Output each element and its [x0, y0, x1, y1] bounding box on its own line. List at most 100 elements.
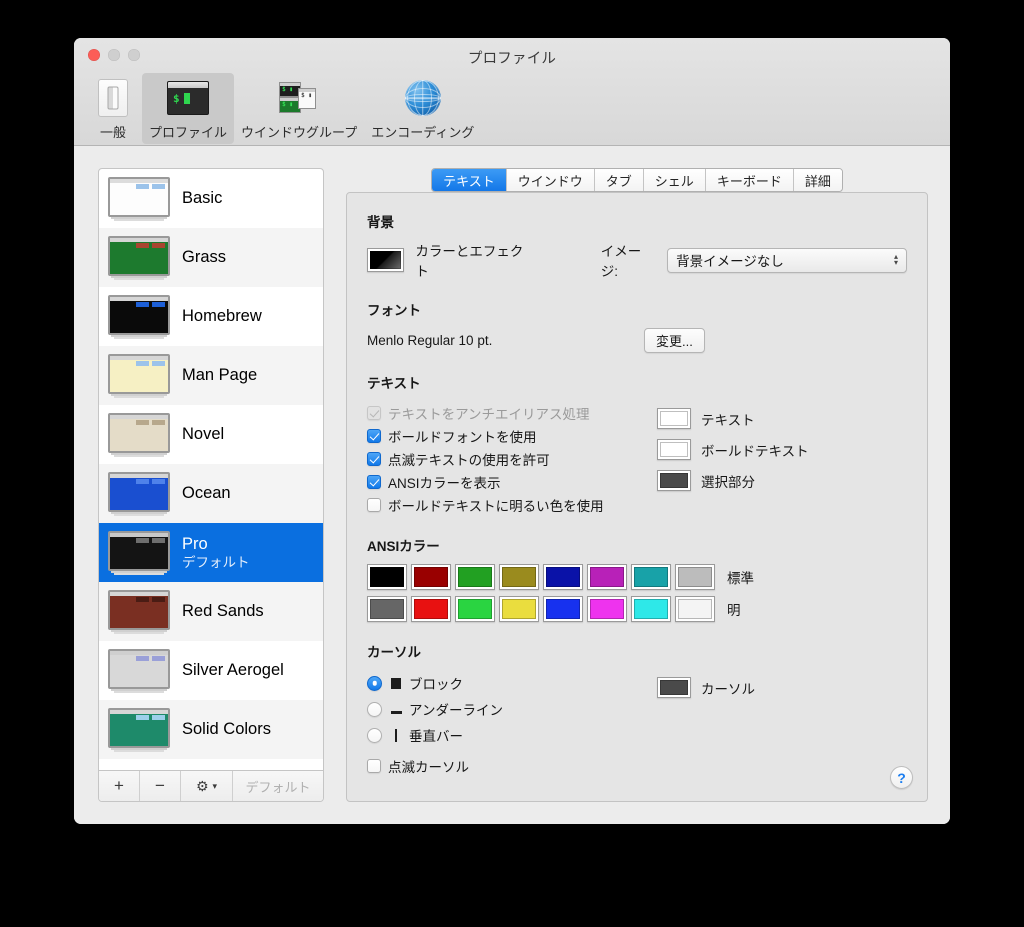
ansi-normal-well[interactable] [411, 564, 451, 590]
profile-row[interactable]: Solid Colors [99, 700, 323, 759]
profile-thumbnail [108, 707, 170, 752]
profile-row[interactable]: Basic [99, 169, 323, 228]
toolbar-item-profiles[interactable]: $ プロファイル [142, 73, 235, 144]
profile-name: Red Sands [182, 602, 264, 620]
profile-row[interactable]: Grass [99, 228, 323, 287]
background-color-well[interactable] [367, 248, 405, 272]
tab-0[interactable]: テキスト [432, 169, 507, 191]
color-well-label: テキスト [701, 412, 755, 428]
remove-profile-button[interactable]: − [140, 771, 181, 801]
profile-list-toolbar: + − ⚙ ▾ デフォルト [99, 770, 323, 801]
cursor-color-row: カーソル [657, 672, 755, 703]
profile-thumbnail [108, 648, 170, 693]
tab-5[interactable]: 詳細 [793, 169, 842, 191]
radio-icon[interactable] [367, 675, 382, 691]
text-checkbox-row[interactable]: ボールドテキストに明るい色を使用 [367, 493, 657, 516]
ansi-normal-well[interactable] [367, 564, 407, 590]
cursor-option-group: ブロック アンダーライン垂直バー点滅カーソル [367, 670, 657, 777]
ansi-bright-well[interactable] [411, 596, 451, 622]
cursor-color-well[interactable] [657, 677, 691, 698]
tab-label: シェル [654, 173, 694, 189]
profile-row[interactable]: Homebrew [99, 287, 323, 346]
profile-row[interactable]: Red Sands [99, 582, 323, 641]
profile-row[interactable]: Man Page [99, 346, 323, 405]
checkbox-icon[interactable] [367, 758, 381, 773]
profile-list-panel: Basic Grass Homebrew Man Page Novel Ocean Pro デ… [98, 168, 324, 802]
blink-cursor-row[interactable]: 点滅カーソル [367, 754, 657, 777]
help-button[interactable]: ? [890, 766, 913, 789]
toolbar-item-general[interactable]: 一般 [84, 73, 142, 144]
radio-icon[interactable] [367, 727, 382, 743]
ansi-bright-well[interactable] [675, 596, 715, 622]
profile-text: Homebrew [182, 307, 262, 326]
checkbox-label: ボールドフォントを使用 [388, 429, 537, 445]
ansi-bright-well[interactable] [631, 596, 671, 622]
tab-label: タブ [605, 173, 632, 189]
cursor-bar-icon [389, 728, 403, 742]
cursor-section-title: カーソル [367, 645, 421, 660]
cursor-radio-row[interactable]: 垂直バー [367, 722, 657, 748]
profile-thumbnail [108, 412, 170, 457]
cursor-radio-row[interactable]: ブロック [367, 670, 657, 696]
profile-thumbnail [108, 235, 170, 280]
checkbox-icon[interactable] [367, 474, 381, 489]
background-image-popup[interactable]: 背景イメージなし ▴ ▾ [667, 247, 908, 273]
ansi-normal-well[interactable] [587, 564, 627, 590]
text-checkbox-row[interactable]: 点滅テキストの使用を許可 [367, 447, 657, 470]
color-well[interactable] [657, 470, 691, 491]
toolbar-item-window-groups[interactable]: $ ▮ $ ▮ $ ▮ ウインドウグループ [234, 73, 364, 144]
text-checkbox-row[interactable]: テキストをアンチエイリアス処理 [367, 401, 657, 424]
ansi-normal-well[interactable] [499, 564, 539, 590]
ansi-bright-well[interactable] [543, 596, 583, 622]
tab-1[interactable]: ウインドウ [506, 169, 595, 191]
ansi-normal-well[interactable] [543, 564, 583, 590]
text-settings-panel: 背景 カラーとエフェクト イメージ: 背景イメージなし ▴ ▾ フォント Men… [346, 192, 928, 802]
cursor-radio-row[interactable]: アンダーライン [367, 696, 657, 722]
window-group-icon: $ ▮ $ ▮ $ ▮ [277, 78, 321, 118]
text-checkbox-row[interactable]: ANSIカラーを表示 [367, 470, 657, 493]
profile-row[interactable]: Novel [99, 405, 323, 464]
toolbar-item-encodings-label: エンコーディング [371, 125, 475, 140]
set-default-button[interactable]: デフォルト [233, 771, 323, 801]
profile-text: Basic [182, 189, 222, 208]
ansi-normal-well[interactable] [675, 564, 715, 590]
profile-name: Grass [182, 248, 227, 266]
cursor-option-label: 垂直バー [409, 729, 463, 744]
toolbar-item-profiles-label: プロファイル [149, 125, 228, 140]
profile-row[interactable]: Pro デフォルト [99, 523, 323, 582]
profile-name: Homebrew [182, 307, 262, 325]
ansi-bright-well[interactable] [499, 596, 539, 622]
profile-row[interactable]: Silver Aerogel [99, 641, 323, 700]
text-checkbox-row[interactable]: ボールドフォントを使用 [367, 424, 657, 447]
ansi-bright-well[interactable] [455, 596, 495, 622]
profile-row[interactable]: Ocean [99, 464, 323, 523]
change-font-button[interactable]: 変更... [644, 328, 705, 353]
checkbox-icon[interactable] [367, 451, 381, 466]
profile-list[interactable]: Basic Grass Homebrew Man Page Novel Ocean Pro デ… [99, 169, 323, 770]
checkbox-icon[interactable] [367, 428, 381, 443]
tab-2[interactable]: タブ [594, 169, 644, 191]
profile-actions-button[interactable]: ⚙ ▾ [181, 771, 233, 801]
checkbox-icon[interactable] [367, 497, 381, 512]
tab-3[interactable]: シェル [643, 169, 706, 191]
ansi-normal-well[interactable] [455, 564, 495, 590]
color-well[interactable] [657, 408, 691, 429]
popup-arrows-icon: ▴ ▾ [894, 252, 899, 267]
checkbox-icon[interactable] [367, 405, 381, 420]
tab-4[interactable]: キーボード [705, 169, 794, 191]
add-profile-button[interactable]: + [99, 771, 140, 801]
tab-strip[interactable]: テキスト ウインドウ タブ シェル キーボード 詳細 [431, 168, 843, 192]
radio-icon[interactable] [367, 701, 382, 717]
profile-name: Silver Aerogel [182, 661, 284, 679]
checkbox-label: 点滅テキストの使用を許可 [388, 452, 550, 468]
toolbar-item-encodings[interactable]: エンコーディング [364, 73, 481, 144]
ansi-normal-well[interactable] [631, 564, 671, 590]
profile-thumbnail [108, 589, 170, 634]
color-well[interactable] [657, 439, 691, 460]
ansi-bright-well[interactable] [587, 596, 627, 622]
checkbox-label: テキストをアンチエイリアス処理 [388, 406, 590, 422]
cursor-color-label: カーソル [701, 681, 755, 697]
profile-text: Grass [182, 248, 226, 267]
profile-name: Novel [182, 425, 225, 443]
ansi-bright-well[interactable] [367, 596, 407, 622]
